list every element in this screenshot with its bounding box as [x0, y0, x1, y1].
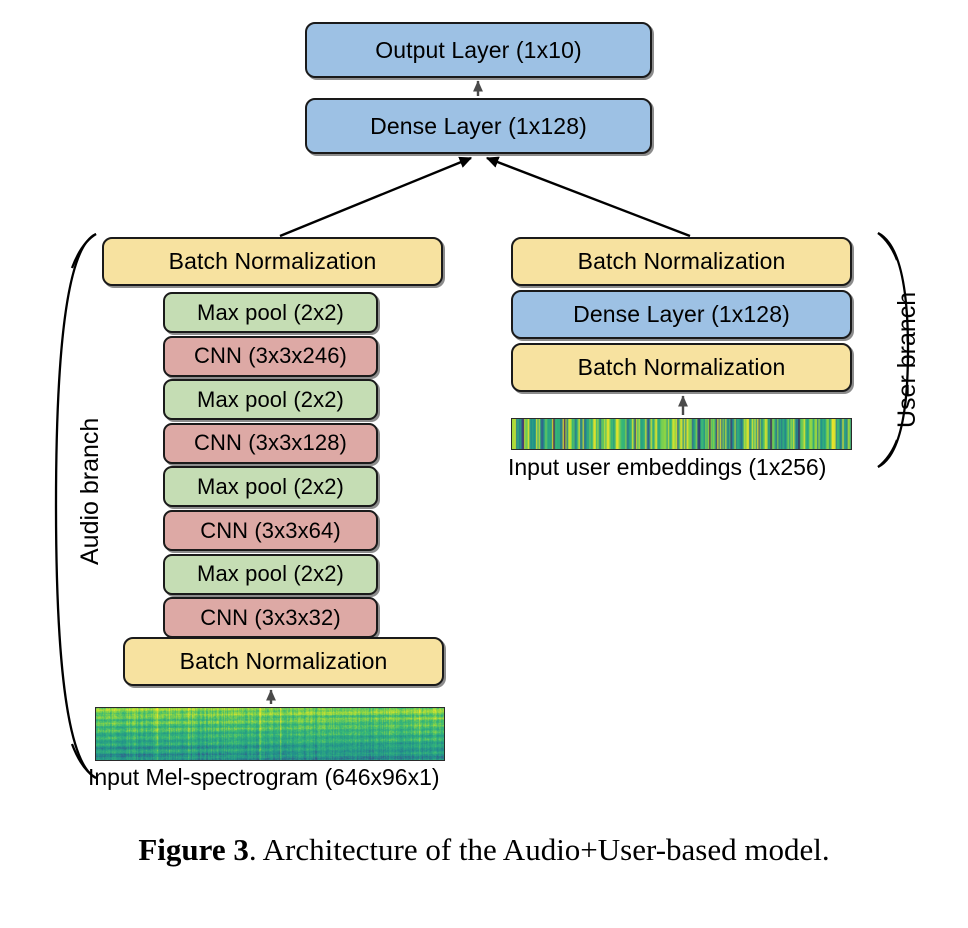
- user-node-dense-layer-label: Dense Layer (1x128): [573, 301, 790, 327]
- audio-stack-layer: Max pool (2x2): [163, 553, 378, 595]
- audio-stack-layer: CNN (3x3x32): [163, 597, 378, 639]
- user-node-batch-norm-bottom-label: Batch Normalization: [577, 354, 786, 380]
- audio-node-batch-norm-top: Batch Normalization: [102, 237, 443, 286]
- user-node-dense-layer: Dense Layer (1x128): [511, 290, 852, 339]
- audio-node-batch-norm-bottom: Batch Normalization: [123, 637, 444, 686]
- audio-stack-layer-label: Max pool (2x2): [197, 386, 344, 412]
- audio-node-batch-norm-top-label: Batch Normalization: [168, 248, 377, 274]
- user-embedding-image: [511, 418, 852, 450]
- figure-caption-text: . Architecture of the Audio+User-based m…: [248, 832, 830, 867]
- user-branch-brace-tip-bottom: [877, 439, 899, 468]
- audio-stack-layer: CNN (3x3x246): [163, 335, 378, 377]
- audio-stack-layer: Max pool (2x2): [163, 292, 378, 333]
- node-dense-layer-fused: Dense Layer (1x128): [305, 98, 652, 154]
- user-input-label: Input user embeddings (1x256): [508, 454, 827, 480]
- audio-stack-layer: CNN (3x3x64): [163, 510, 378, 551]
- audio-node-batch-norm-bottom-label: Batch Normalization: [179, 648, 388, 674]
- figure-3-architecture-diagram: Output Layer (1x10) Dense Layer (1x128) …: [0, 0, 968, 928]
- audio-stack-layer-label: CNN (3x3x128): [194, 430, 347, 456]
- audio-stack-layer-label: CNN (3x3x32): [200, 604, 341, 630]
- user-node-batch-norm-top: Batch Normalization: [511, 237, 852, 286]
- audio-stack-layer: Max pool (2x2): [163, 466, 378, 508]
- audio-branch-brace-tip-top: [70, 233, 97, 269]
- audio-stack-layer-label: Max pool (2x2): [197, 561, 344, 587]
- mel-spectrogram-image: [95, 707, 445, 761]
- figure-caption-number: Figure 3: [138, 832, 249, 867]
- audio-stack-layer-label: Max pool (2x2): [197, 473, 344, 499]
- user-branch-brace-label: User branch: [893, 291, 921, 428]
- user-branch-brace-tip-top: [877, 232, 899, 261]
- node-output-layer-label: Output Layer (1x10): [375, 36, 582, 63]
- audio-stack-layer-label: CNN (3x3x64): [200, 517, 341, 543]
- audio-input-label: Input Mel-spectrogram (646x96x1): [88, 764, 440, 790]
- user-node-batch-norm-bottom: Batch Normalization: [511, 343, 852, 392]
- figure-caption: Figure 3. Architecture of the Audio+User…: [0, 832, 968, 868]
- node-dense-layer-fused-label: Dense Layer (1x128): [370, 112, 587, 139]
- audio-stack-layer: Max pool (2x2): [163, 379, 378, 421]
- audio-stack-layer: CNN (3x3x128): [163, 422, 378, 464]
- user-node-batch-norm-top-label: Batch Normalization: [577, 248, 786, 274]
- audio-stack-layer-label: CNN (3x3x246): [194, 343, 347, 369]
- audio-stack-layer-label: Max pool (2x2): [197, 299, 344, 325]
- node-output-layer: Output Layer (1x10): [305, 22, 652, 78]
- audio-branch-brace-label: Audio branch: [76, 417, 104, 565]
- arrow-user-branch-to-dense: [485, 156, 691, 238]
- arrow-audio-branch-to-dense: [279, 156, 473, 238]
